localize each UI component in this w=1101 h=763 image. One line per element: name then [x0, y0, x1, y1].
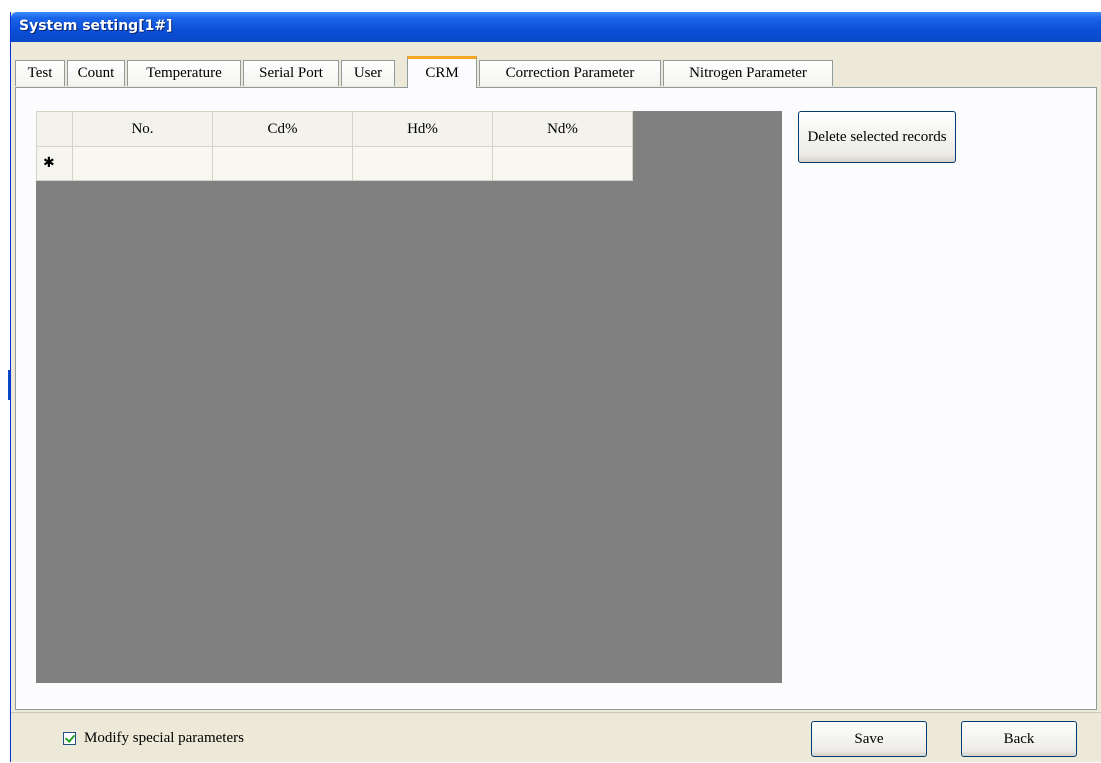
- tab-crm[interactable]: CRM: [407, 56, 477, 88]
- save-button[interactable]: Save: [811, 721, 927, 757]
- system-setting-window: System setting[1#] Test Count Temperatur…: [10, 12, 1101, 762]
- tab-bar: Test Count Temperature Serial Port User …: [15, 45, 1101, 89]
- checkbox-checked-icon[interactable]: [63, 732, 76, 745]
- title-bar[interactable]: System setting[1#]: [11, 12, 1101, 42]
- tab-nitrogen-parameter[interactable]: Nitrogen Parameter: [663, 60, 833, 86]
- new-row-cell-hd[interactable]: [352, 146, 493, 181]
- tab-serial-port[interactable]: Serial Port: [243, 60, 339, 86]
- footer-bar: Modify special parameters Save Back: [11, 712, 1101, 763]
- tab-correction-parameter[interactable]: Correction Parameter: [479, 60, 661, 86]
- modify-special-parameters-label: Modify special parameters: [84, 730, 244, 746]
- crm-panel: No. Cd% Hd% Nd% ✱ Delete selected record…: [15, 87, 1097, 710]
- column-header-cd[interactable]: Cd%: [212, 111, 353, 147]
- crm-table: No. Cd% Hd% Nd% ✱: [36, 111, 633, 181]
- new-row-cell-nd[interactable]: [492, 146, 633, 181]
- new-row-cell-cd[interactable]: [212, 146, 353, 181]
- back-button[interactable]: Back: [961, 721, 1077, 757]
- window-title: System setting[1#]: [19, 18, 173, 34]
- modify-special-parameters-checkbox[interactable]: Modify special parameters: [63, 730, 244, 747]
- delete-selected-records-button[interactable]: Delete selected records: [798, 111, 956, 163]
- column-header-no[interactable]: No.: [72, 111, 213, 147]
- crm-data-grid[interactable]: No. Cd% Hd% Nd% ✱: [36, 111, 782, 683]
- new-row[interactable]: ✱: [36, 146, 633, 181]
- tab-test[interactable]: Test: [15, 60, 65, 86]
- column-header-nd[interactable]: Nd%: [492, 111, 633, 147]
- row-header-corner[interactable]: [36, 111, 73, 147]
- new-row-cell-no[interactable]: [72, 146, 213, 181]
- tab-temperature[interactable]: Temperature: [127, 60, 241, 86]
- tab-count[interactable]: Count: [67, 60, 125, 86]
- column-header-hd[interactable]: Hd%: [352, 111, 493, 147]
- tab-user[interactable]: User: [341, 60, 395, 86]
- new-row-marker[interactable]: ✱: [36, 146, 73, 181]
